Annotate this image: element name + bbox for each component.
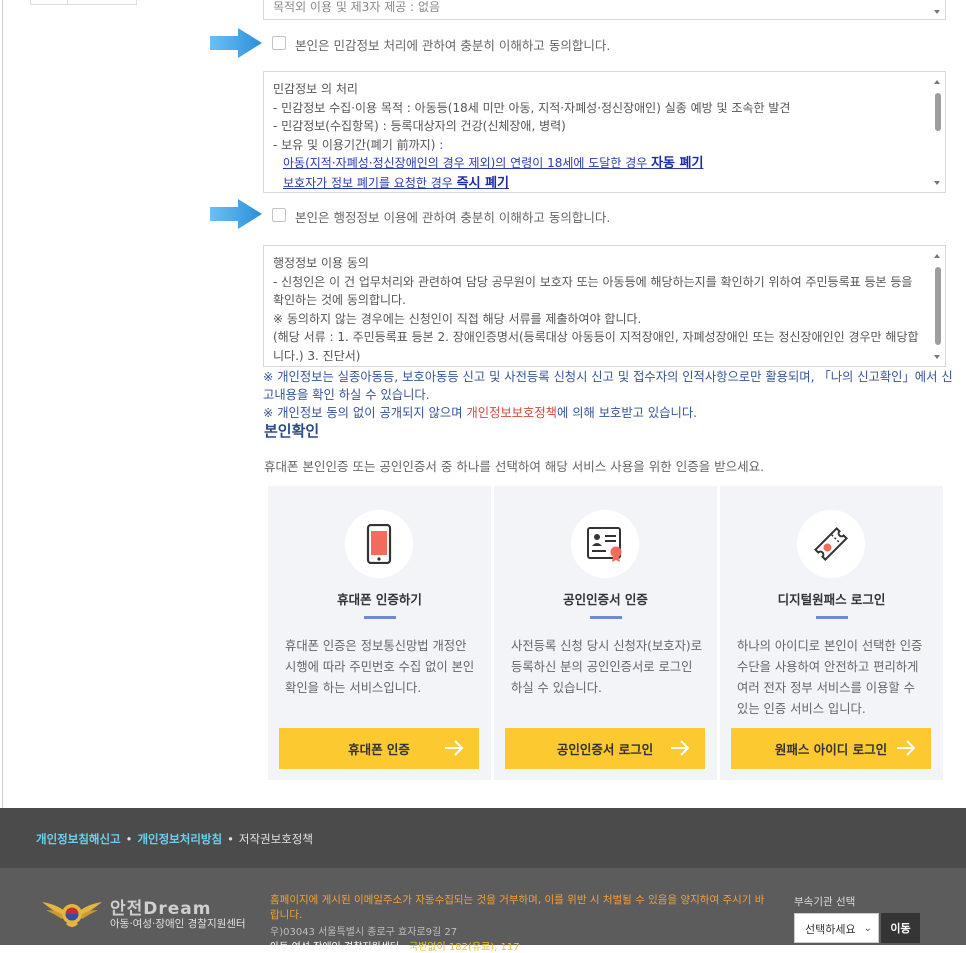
sensitive-line: - 민감정보(수집항목) : 등록대상자의 건강(신체장애, 병력): [273, 119, 566, 134]
card-divider: [816, 616, 848, 619]
police-emblem-icon: [42, 902, 102, 927]
footer-link-privacy-report[interactable]: 개인정보침해신고: [36, 832, 121, 846]
scroll-down-icon[interactable]: [934, 355, 940, 359]
tab-edge: [30, 0, 68, 5]
card-title: 휴대폰 인증하기: [337, 592, 422, 607]
ticket-icon: [814, 527, 848, 561]
affiliate-select[interactable]: 선택하세요 ⌄: [794, 913, 879, 943]
privacy-policy-link[interactable]: 개인정보보호정책: [466, 406, 557, 420]
notice-line: ※ 개인정보는 실종아동등, 보호아동등 신고 및 사전등록 신청시 신고 및 …: [263, 370, 953, 402]
privacy-terms-box[interactable]: 목적외 이용 및 제3자 제공 : 없음: [263, 0, 946, 20]
email-collection-warning: 홈페이지에 게시된 이메일주소가 자동수집되는 것을 거부하며, 이를 위반 시…: [270, 894, 765, 921]
admin-agree-checkbox[interactable]: [272, 208, 286, 222]
scrollbar-thumb[interactable]: [935, 267, 941, 345]
card-icon-circle: [571, 510, 639, 578]
scrollbar[interactable]: [929, 246, 945, 366]
certificate-auth-card: 공인인증서 인증 사전등록 신청 당시 신청자(보호자)로 등록하신 분의 공인…: [494, 486, 717, 780]
section-description: 휴대폰 본인인증 또는 공인인증서 중 하나를 선택하여 해당 서비스 사용을 …: [264, 459, 765, 474]
footer-links: 개인정보침해신고 • 개인정보처리방침 • 저작권보호정책: [36, 832, 313, 846]
sensitive-agree-label: 본인은 민감정보 처리에 관하여 충분히 이해하고 동의합니다.: [295, 38, 611, 53]
sensitive-agree-checkbox[interactable]: [272, 36, 286, 50]
footer-link-copyright[interactable]: 저작권보호정책: [239, 832, 313, 846]
sensitive-info-box[interactable]: 민감정보 의 처리 - 민감정보 수집·이용 목적 : 아동등(18세 미만 아…: [263, 71, 946, 193]
card-divider: [364, 616, 396, 619]
arrow-right-icon: [671, 740, 690, 756]
scrollbar[interactable]: [929, 72, 945, 192]
scroll-up-icon[interactable]: [934, 254, 940, 258]
admin-line: - 신청인은 이 건 업무처리와 관련하여 담당 공무원이 보호자 또는 아동등…: [273, 274, 913, 308]
onepass-auth-card: 디지털원패스 로그인 하나의 아이디로 본인이 선택한 인증수단을 사용하여 안…: [720, 486, 943, 780]
scroll-down-icon[interactable]: [934, 10, 940, 14]
section-title: 본인확인: [264, 422, 320, 440]
chevron-down-icon: ⌄: [863, 923, 872, 934]
affiliate-label: 부속기관 선택: [794, 896, 856, 908]
footer-center-phone: 아동·여성·장애인 경찰지원센터 : 국번없이 182(유료), 117: [270, 942, 520, 953]
phone-icon: [366, 524, 392, 564]
certificate-login-button[interactable]: 공인인증서 로그인: [505, 728, 705, 769]
footer-logo-subtitle: 아동·여성·장애인 경찰지원센터: [110, 918, 246, 930]
footer-address: 우)03043 서울특별시 종로구 효자로9길 27: [270, 927, 458, 938]
admin-heading: 행정정보 이용 동의: [273, 256, 369, 270]
admin-info-box[interactable]: 행정정보 이용 동의 - 신청인은 이 건 업무처리와 관련하여 담당 공무원이…: [263, 245, 946, 367]
notice-line: ※ 개인정보 동의 없이 공개되지 않으며 개인정보보호정책에 의해 보호받고 …: [263, 406, 698, 420]
pointer-arrow-icon: [210, 199, 262, 229]
scroll-down-icon[interactable]: [934, 181, 940, 185]
scrollbar-thumb[interactable]: [935, 93, 941, 131]
card-description: 하나의 아이디로 본인이 선택한 인증수단을 사용하여 안전하고 편리하게 여러…: [737, 639, 923, 716]
affiliate-move-button[interactable]: 이동: [881, 913, 920, 943]
admin-agree-label: 본인은 행정정보 이용에 관하여 충분히 이해하고 동의합니다.: [295, 210, 611, 225]
auto-delete-link[interactable]: 아동(지적·자폐성·정신장애인의 경우 제외)의 연령이 18세에 도달한 경우…: [283, 156, 703, 171]
scroll-up-icon[interactable]: [934, 80, 940, 84]
footer-link-privacy-policy[interactable]: 개인정보처리방침: [137, 832, 222, 846]
pointer-arrow-icon: [210, 28, 262, 58]
arrow-right-icon: [445, 740, 464, 756]
left-border: [2, 0, 3, 808]
scrollbar[interactable]: [929, 0, 945, 19]
admin-line: ※ 동의하지 않는 경우에는 신청인이 직접 해당 서류를 제출하여야 합니다.: [273, 311, 642, 326]
admin-line: (해당 서류 : 1. 주민등록표 등본 2. 장애인증명서(등록대상 아동등이…: [273, 330, 919, 363]
onepass-login-button[interactable]: 원패스 아이디 로그인: [731, 728, 931, 769]
sensitive-heading: 민감정보 의 처리: [273, 82, 358, 96]
card-title: 디지털원패스 로그인: [777, 592, 886, 607]
card-divider: [590, 616, 622, 619]
sensitive-line: - 보유 및 이용기간(폐기 前까지) :: [273, 137, 444, 152]
card-description: 사전등록 신청 당시 신청자(보호자)로 등록하신 분의 공인인증서로 로그인 …: [511, 639, 703, 695]
card-icon-circle: [345, 510, 413, 578]
tab-edge: [66, 0, 137, 5]
terms-partial-line: 목적외 이용 및 제3자 제공 : 없음: [273, 0, 441, 14]
phone-auth-card: 휴대폰 인증하기 휴대폰 인증은 정보통신망법 개정안 시행에 따라 주민번호 …: [268, 486, 491, 780]
immediate-delete-link[interactable]: 보호자가 정보 폐기를 요청한 경우 즉시 폐기: [283, 176, 509, 191]
privacy-notice: ※ 개인정보는 실종아동등, 보호아동등 신고 및 사전등록 신청시 신고 및 …: [263, 368, 953, 422]
arrow-right-icon: [897, 740, 916, 756]
sensitive-line: - 민감정보 수집·이용 목적 : 아동등(18세 미만 아동, 지적·자폐성·…: [273, 100, 791, 115]
card-icon-circle: [797, 510, 865, 578]
certificate-icon: [587, 527, 622, 562]
card-title: 공인인증서 인증: [563, 592, 648, 607]
card-description: 휴대폰 인증은 정보통신망법 개정안 시행에 따라 주민번호 수집 없이 본인 …: [285, 639, 475, 695]
phone-auth-button[interactable]: 휴대폰 인증: [279, 728, 479, 769]
